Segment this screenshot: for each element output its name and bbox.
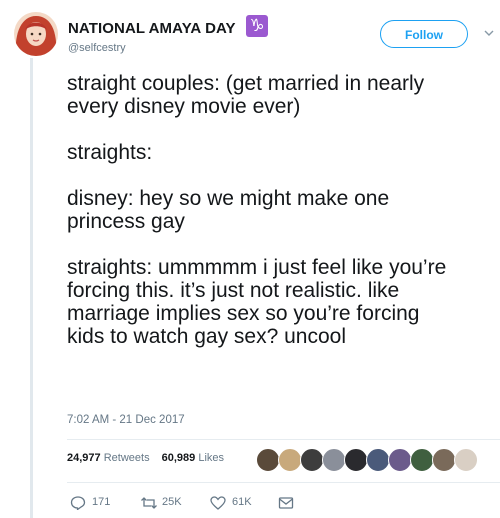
envelope-icon	[278, 497, 294, 509]
divider	[67, 439, 500, 440]
liker-avatar[interactable]	[300, 448, 324, 472]
liker-avatar[interactable]	[410, 448, 434, 472]
tweet-header: NATIONAL AMAYA DAY ♑ @selfcestry Follow	[14, 12, 500, 58]
display-name[interactable]: NATIONAL AMAYA DAY	[68, 20, 236, 37]
user-handle[interactable]: @selfcestry	[68, 42, 126, 54]
retweets-count: 24,977	[67, 452, 101, 464]
liker-avatar[interactable]	[344, 448, 368, 472]
liker-avatar[interactable]	[278, 448, 302, 472]
liker-avatar[interactable]	[454, 448, 478, 472]
reply-count: 171	[92, 496, 111, 508]
reply-icon	[70, 496, 86, 510]
heart-icon	[210, 496, 226, 510]
retweets-label: Retweets	[103, 452, 150, 464]
avatar[interactable]	[14, 12, 58, 56]
tweet-text: straight couples: (get married in nearly…	[67, 72, 447, 348]
liker-avatar[interactable]	[256, 448, 280, 472]
retweet-icon	[141, 497, 157, 509]
liker-avatar[interactable]	[366, 448, 390, 472]
tweet-timestamp[interactable]: 7:02 AM - 21 Dec 2017	[67, 414, 185, 426]
liker-avatar[interactable]	[432, 448, 456, 472]
likes-stat[interactable]: 60,989 Likes	[162, 452, 224, 464]
follow-button[interactable]: Follow	[380, 20, 468, 48]
tweet-stats: 24,977 Retweets 60,989 Likes	[67, 452, 233, 472]
divider	[67, 482, 500, 483]
retweets-stat[interactable]: 24,977 Retweets	[67, 452, 150, 464]
likes-label: Likes	[198, 452, 225, 464]
capricorn-icon: ♑	[246, 15, 268, 37]
liker-avatar[interactable]	[388, 448, 412, 472]
likes-count: 60,989	[161, 452, 196, 464]
thread-line	[30, 58, 33, 518]
like-count: 61K	[232, 496, 252, 508]
chevron-down-icon[interactable]	[484, 28, 494, 38]
liker-avatar[interactable]	[322, 448, 346, 472]
retweet-count: 25K	[162, 496, 182, 508]
